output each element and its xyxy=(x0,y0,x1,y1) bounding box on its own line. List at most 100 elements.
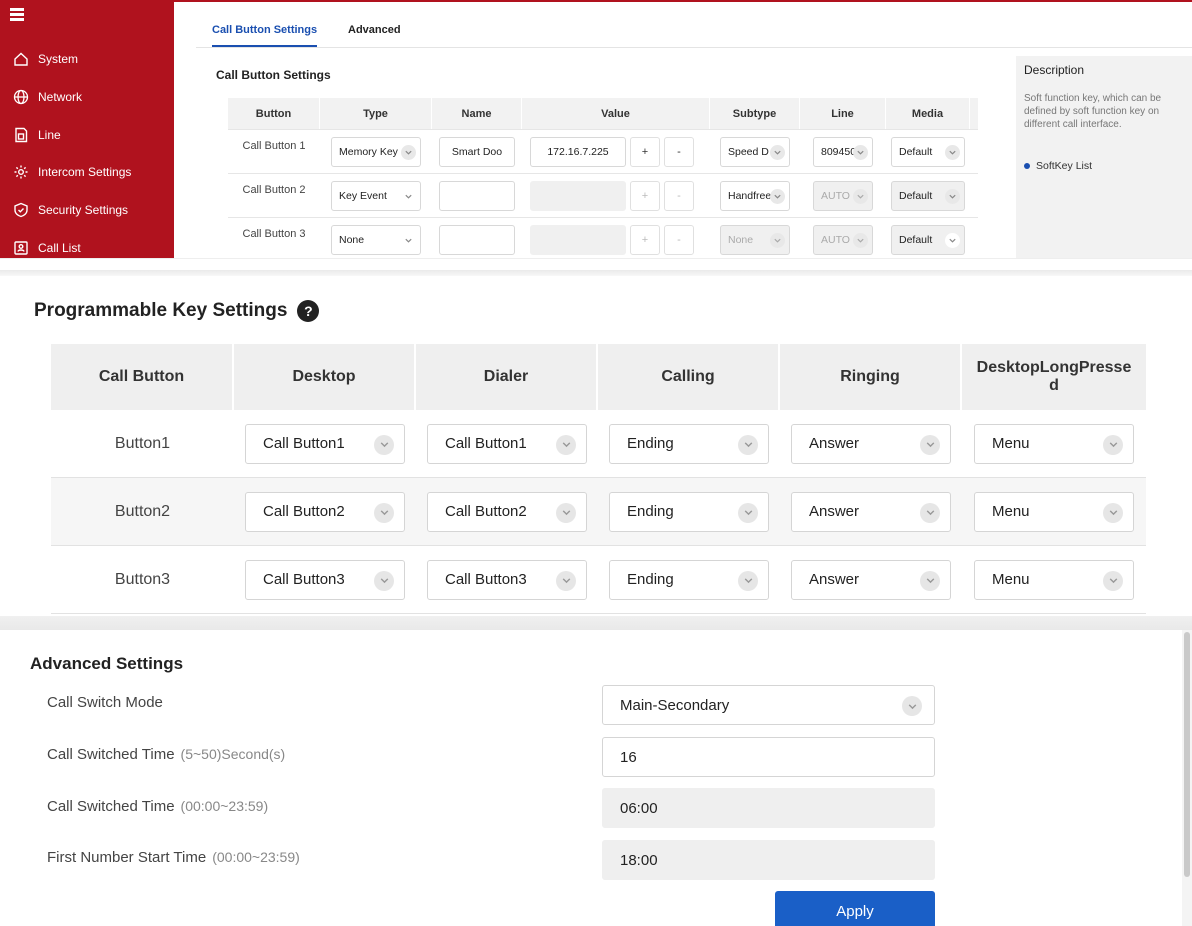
long-pressed-select[interactable]: Menu xyxy=(974,559,1134,600)
scrollbar[interactable] xyxy=(1182,630,1192,926)
add-value-button[interactable]: + xyxy=(630,136,660,167)
select-value: Speed D xyxy=(728,145,769,158)
range-hint: (5~50)Second(s) xyxy=(180,746,286,762)
call-button-table: Button Type Name Value Subtype Line Medi… xyxy=(228,98,978,262)
desktop-select[interactable]: Call Button3 xyxy=(245,559,405,600)
chevron-down-icon xyxy=(401,232,416,248)
menu-toggle-icon[interactable] xyxy=(10,8,26,22)
select-value: Main-Secondary xyxy=(620,696,730,714)
sidebar-item-call-list[interactable]: Call List xyxy=(0,233,174,258)
column-header: Calling xyxy=(598,344,780,410)
ringing-select[interactable]: Answer xyxy=(791,491,951,532)
select-value: None xyxy=(339,233,365,246)
line-select[interactable]: 809450 xyxy=(813,136,873,167)
row-label: Button3 xyxy=(114,570,171,588)
calling-select[interactable]: Ending xyxy=(609,559,769,600)
add-value-button[interactable]: + xyxy=(630,224,660,255)
calling-select[interactable]: Ending xyxy=(609,491,769,532)
dialer-select[interactable]: Call Button1 xyxy=(427,423,587,464)
range-hint: (00:00~23:59) xyxy=(212,849,300,865)
range-hint: (00:00~23:59) xyxy=(180,798,269,814)
button-name: Call Button 1 xyxy=(242,140,306,152)
media-select[interactable]: Default xyxy=(891,224,965,255)
sidebar-item-label: Intercom Settings xyxy=(38,165,132,179)
apply-button[interactable]: Apply xyxy=(775,891,935,926)
call-switched-time-range-input[interactable]: 06:00 xyxy=(602,788,935,828)
dialer-select[interactable]: Call Button3 xyxy=(427,559,587,600)
value-input[interactable] xyxy=(530,224,626,255)
name-input[interactable] xyxy=(439,180,515,211)
desktop-select[interactable]: Call Button2 xyxy=(245,491,405,532)
media-select[interactable]: Default xyxy=(891,136,965,167)
chevron-down-icon xyxy=(401,188,416,204)
select-value: AUTO xyxy=(821,233,850,246)
call-switched-time-input[interactable]: 16 xyxy=(602,737,935,777)
line-select[interactable]: AUTO xyxy=(813,180,873,211)
first-number-start-time-input[interactable]: 18:00 xyxy=(602,840,935,880)
remove-value-button[interactable]: - xyxy=(664,224,694,255)
globe-icon xyxy=(12,88,30,106)
chevron-down-icon xyxy=(945,232,960,248)
column-header: Name xyxy=(432,98,522,129)
description-panel: Description Soft function key, which can… xyxy=(1016,56,1192,258)
name-input[interactable] xyxy=(439,224,515,255)
sidebar-item-label: Call List xyxy=(38,241,81,255)
long-pressed-select[interactable]: Menu xyxy=(974,491,1134,532)
media-select[interactable]: Default xyxy=(891,180,965,211)
scrollbar-thumb[interactable] xyxy=(1184,632,1190,877)
subtype-select[interactable]: Speed D xyxy=(720,136,790,167)
section-title: Call Button Settings xyxy=(216,68,331,82)
select-value: Call Button2 xyxy=(263,503,345,520)
ringing-select[interactable]: Answer xyxy=(791,559,951,600)
help-icon[interactable]: ? xyxy=(297,300,320,322)
select-value: Call Button3 xyxy=(445,571,527,588)
row-label: Button1 xyxy=(114,434,171,452)
sidebar-item-label: Security Settings xyxy=(38,203,129,217)
subtype-select[interactable]: None xyxy=(720,224,790,255)
remove-value-button[interactable]: - xyxy=(664,136,694,167)
sidebar-item-line[interactable]: Line xyxy=(0,120,174,150)
sim-card-icon xyxy=(12,126,30,144)
label-text: First Number Start Time xyxy=(47,849,207,866)
call-switch-mode-select[interactable]: Main-Secondary xyxy=(602,685,935,725)
select-value: Call Button1 xyxy=(263,435,345,452)
select-value: Ending xyxy=(627,571,674,588)
description-text: Soft function key, which can be defined … xyxy=(1024,93,1162,130)
tab-advanced[interactable]: Advanced xyxy=(348,24,401,45)
line-select[interactable]: AUTO xyxy=(813,224,873,255)
desktop-select[interactable]: Call Button1 xyxy=(245,423,405,464)
type-select[interactable]: None xyxy=(331,224,421,255)
table-header: Button Type Name Value Subtype Line Medi… xyxy=(228,98,978,130)
table-row: Button2 Call Button2 Call Button2 Ending… xyxy=(51,478,1146,546)
chevron-down-icon xyxy=(770,232,785,248)
ringing-select[interactable]: Answer xyxy=(791,423,951,464)
add-value-button[interactable]: + xyxy=(630,180,660,211)
tab-call-button-settings[interactable]: Call Button Settings xyxy=(212,24,318,47)
chevron-down-icon xyxy=(902,696,922,716)
name-input[interactable]: Smart Doo xyxy=(439,136,515,167)
chevron-down-icon xyxy=(1103,502,1123,523)
dialer-select[interactable]: Call Button2 xyxy=(427,491,587,532)
calling-select[interactable]: Ending xyxy=(609,423,769,464)
field-label: Call Switched Time (00:00~23:59) xyxy=(47,798,268,815)
chevron-down-icon xyxy=(920,502,940,523)
chevron-down-icon xyxy=(738,434,758,455)
value-input[interactable]: 172.16.7.225 xyxy=(530,136,626,167)
remove-value-button[interactable]: - xyxy=(664,180,694,211)
long-pressed-select[interactable]: Menu xyxy=(974,423,1134,464)
softkey-list-link[interactable]: SoftKey List xyxy=(1024,160,1092,172)
select-value: Default xyxy=(899,233,933,246)
chevron-down-icon xyxy=(853,144,868,160)
sidebar-item-security-settings[interactable]: Security Settings xyxy=(0,195,174,225)
call-button-settings-panel: Call Button Settings Button Type Name Va… xyxy=(196,56,1008,262)
type-select[interactable]: Memory Key xyxy=(331,136,421,167)
row-label: Button2 xyxy=(114,502,171,520)
table-header: Call Button Desktop Dialer Calling Ringi… xyxy=(51,344,1146,410)
sidebar-item-system[interactable]: System xyxy=(0,44,174,74)
value-input[interactable] xyxy=(530,180,626,211)
sidebar-item-intercom-settings[interactable]: Intercom Settings xyxy=(0,157,174,187)
sidebar-item-network[interactable]: Network xyxy=(0,82,174,112)
type-select[interactable]: Key Event xyxy=(331,180,421,211)
top-accent-line xyxy=(0,0,1192,2)
subtype-select[interactable]: Handfree xyxy=(720,180,790,211)
